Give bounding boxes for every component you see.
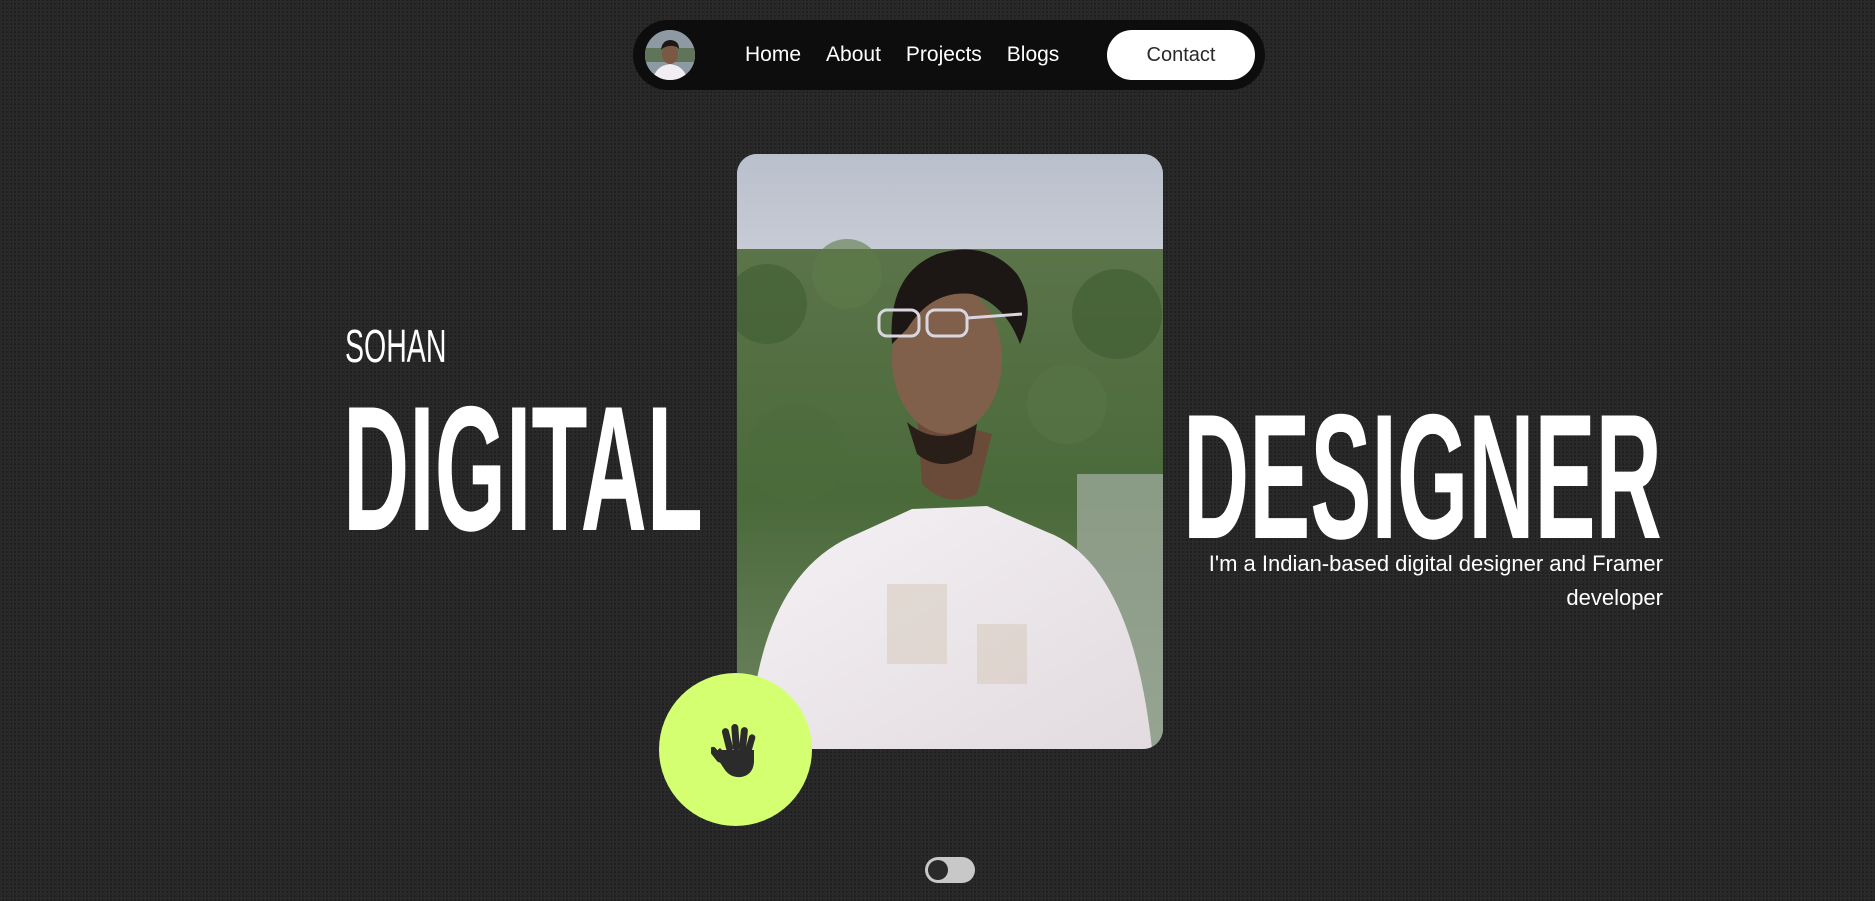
hero-tagline: I'm a Indian-based digital designer and … xyxy=(1208,551,1663,610)
top-navbar: Home About Projects Blogs Contact xyxy=(633,20,1265,90)
avatar[interactable] xyxy=(645,30,695,80)
avatar-portrait xyxy=(645,30,695,80)
wave-button[interactable] xyxy=(659,673,812,826)
theme-toggle[interactable] xyxy=(925,857,975,883)
nav-link-home[interactable]: Home xyxy=(745,43,801,67)
portrait-illustration xyxy=(737,154,1163,749)
hero-word-digital: DIGITAL xyxy=(343,369,703,568)
contact-button[interactable]: Contact xyxy=(1107,30,1255,80)
nav-links: Home About Projects Blogs xyxy=(745,20,1084,90)
toggle-knob xyxy=(928,860,948,880)
nav-link-about[interactable]: About xyxy=(826,43,881,67)
hero-name: SOHAN xyxy=(345,320,447,372)
hero-portrait-photo xyxy=(737,154,1163,749)
hand-wave-icon xyxy=(710,723,755,777)
hero-word-designer: DESIGNER xyxy=(1183,377,1662,576)
nav-link-blogs[interactable]: Blogs xyxy=(1007,43,1060,67)
nav-link-projects[interactable]: Projects xyxy=(906,43,982,67)
